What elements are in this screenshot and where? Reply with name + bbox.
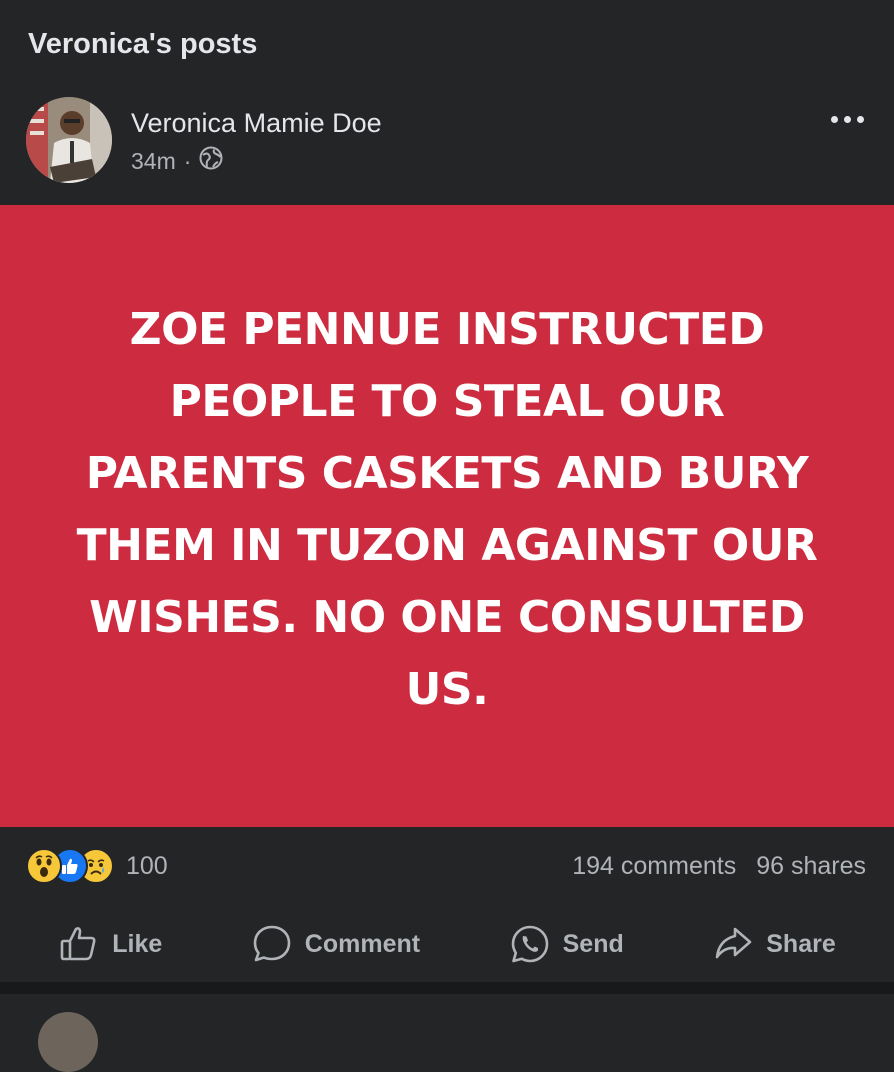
shares-count[interactable]: 96 shares — [756, 852, 866, 881]
feed-divider — [0, 982, 894, 994]
share-label: Share — [766, 929, 836, 958]
more-dot — [830, 115, 838, 123]
author-avatar[interactable] — [26, 97, 112, 183]
comments-count[interactable]: 194 comments — [572, 852, 736, 881]
reaction-count: 100 — [126, 851, 168, 880]
share-arrow-icon — [715, 927, 752, 959]
avatar-image — [26, 97, 112, 183]
next-post-preview — [0, 994, 894, 1072]
comment-icon — [253, 925, 291, 962]
post-text-card[interactable]: ZOE PENNUE INSTRUCTED PEOPLE TO STEAL OU… — [0, 205, 894, 827]
engagement-counts: 194 comments 96 shares — [572, 852, 866, 881]
like-label: Like — [112, 929, 163, 958]
like-button[interactable]: Like — [44, 916, 176, 972]
more-dot — [843, 115, 851, 123]
more-options-icon[interactable] — [822, 104, 872, 134]
send-button[interactable]: Send — [495, 916, 638, 972]
post-header: Veronica's posts Veronica Mamie Doe 34m … — [0, 0, 894, 205]
author-name[interactable]: Veronica Mamie Doe — [131, 108, 382, 139]
page-title: Veronica's posts — [28, 28, 258, 60]
post-text: ZOE PENNUE INSTRUCTED PEOPLE TO STEAL OU… — [76, 304, 818, 715]
globe-icon — [199, 146, 223, 176]
post-actions: Like Comment Send Share — [0, 906, 894, 982]
more-dot — [856, 115, 864, 123]
meta-separator: · — [183, 147, 192, 174]
next-post-avatar[interactable] — [38, 1012, 98, 1072]
wow-reaction-icon — [26, 848, 62, 884]
reactions-summary[interactable]: 100 — [26, 848, 168, 884]
post-meta: 34m · — [131, 146, 223, 176]
whatsapp-icon — [511, 925, 548, 963]
send-label: Send — [562, 929, 624, 958]
thumbs-up-icon — [60, 927, 96, 961]
comment-label: Comment — [304, 929, 421, 958]
post-time[interactable]: 34m — [131, 148, 176, 175]
comment-button[interactable]: Comment — [237, 916, 434, 972]
share-button[interactable]: Share — [698, 916, 849, 972]
